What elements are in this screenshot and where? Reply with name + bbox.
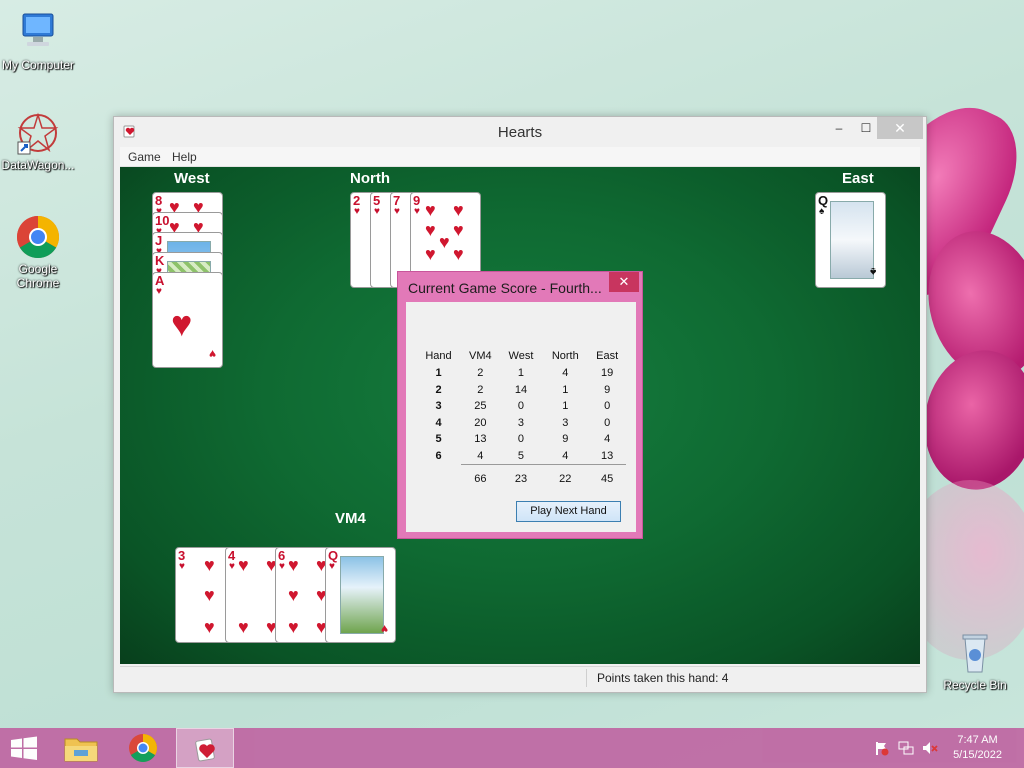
hearts-icon [195,738,215,762]
score-row: 1 2 1 4 19 [435,367,614,380]
desktop-icon-label: My Computer [1,58,75,72]
windows-logo-icon [11,736,37,760]
desktop-icon-my-computer[interactable]: My Computer [0,10,76,72]
header-east: East [596,350,619,362]
status-separator [586,669,587,687]
taskbar: 7:47 AM 5/15/2022 [0,728,1024,768]
desktop-icon-label: Google Chrome [16,262,60,290]
dialog-close-button[interactable]: ✕ [609,272,639,292]
points-taken-status: Points taken this hand: 4 [597,671,729,685]
taskbar-file-explorer[interactable] [52,728,110,768]
score-row: 4 20 3 3 0 [435,416,611,429]
window-title: Hearts [497,124,543,141]
maximize-button[interactable]: ☐ [852,117,880,139]
score-total-row: 66 23 22 45 [416,463,626,488]
taskbar-hearts[interactable] [176,728,234,768]
status-bar: Points taken this hand: 4 [120,666,920,688]
player-name-west: West [174,170,210,187]
wallpaper-flower-petal [913,341,1024,499]
menu-help[interactable]: Help [172,150,197,164]
minimize-button[interactable]: – [826,117,852,139]
dialog-title: Current Game Score - Fourth... [408,280,602,296]
window-titlebar[interactable]: Hearts – ☐ ✕ [114,117,926,147]
desktop-icon-label: Recycle Bin [943,678,1007,692]
folder-icon [64,738,98,762]
player-name-south: VM4 [335,510,366,527]
volume-muted-icon[interactable] [922,740,938,756]
action-center-flag-icon[interactable] [874,740,890,756]
player-name-north: North [350,170,390,187]
score-row: 6 4 5 4 13 [435,449,614,462]
desktop-icon-google-chrome[interactable]: Google Chrome [0,214,76,290]
menu-game[interactable]: Game [128,150,161,164]
score-table: Hand VM4 West North East 1 2 1 4 19 2 2 14 1 9 3… [416,347,626,488]
clock-date: 5/15/2022 [953,749,1002,761]
score-row: 2 2 14 1 9 [435,383,611,396]
datawagon-icon [15,110,61,156]
desktop-icon-datawagon[interactable]: DataWagon... [0,110,76,172]
chrome-icon [15,214,61,260]
card-south-4[interactable]: Q ♥ ♥ [325,547,396,643]
header-vm4: VM4 [469,350,492,362]
recycle-bin-icon [952,630,998,676]
header-north: North [551,350,579,362]
player-name-east: East [842,170,874,187]
computer-icon [15,10,61,56]
taskbar-chrome[interactable] [114,728,172,768]
score-header-row: Hand VM4 West North East [416,347,626,365]
score-dialog: Current Game Score - Fourth... ✕ Hand VM… [397,271,643,539]
header-west: West [508,350,534,362]
card-west-5: A ♥ ♥ ♥ [152,272,223,368]
clock[interactable]: 7:47 AM 5/15/2022 [953,733,1002,763]
clock-time: 7:47 AM [957,734,998,746]
score-row: 3 25 0 1 0 [435,400,611,413]
menu-bar: Game Help [120,147,920,167]
card-east-1: Q ♠ ♠ [815,192,886,288]
desktop-icon-label: DataWagon... [1,158,75,172]
score-row: 5 13 0 9 4 [435,433,611,446]
start-button[interactable] [0,728,48,768]
dialog-body: Hand VM4 West North East 1 2 1 4 19 2 2 14 1 9 3… [406,302,636,532]
chrome-icon [129,734,157,762]
desktop-icon-recycle-bin[interactable]: Recycle Bin [937,630,1013,692]
header-hand: Hand [425,350,452,362]
network-icon[interactable] [898,740,914,756]
play-next-hand-button[interactable]: Play Next Hand [516,501,621,522]
close-button[interactable]: ✕ [877,117,923,139]
